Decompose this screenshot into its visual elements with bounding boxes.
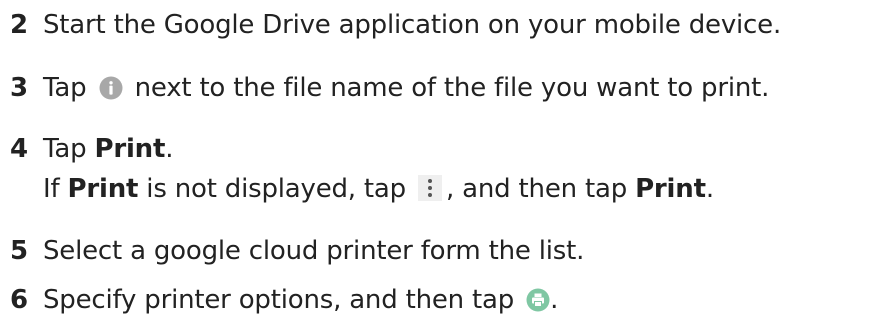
step-number: 5 (10, 236, 28, 266)
step-3: 3 Tap next to the file name of the file y… (10, 71, 769, 105)
step-text-after-icon: next to the file name of the file you wa… (134, 73, 770, 103)
step-number: 2 (10, 10, 28, 40)
note-print-label-2: Print (635, 174, 706, 204)
step-5: 5 Select a google cloud printer form the … (10, 234, 584, 268)
step-4: 4 Tap Print. (10, 132, 173, 166)
step-4-note: If Print is not displayed, tap , and the… (43, 172, 714, 206)
step-text-prefix: Tap (43, 134, 95, 164)
print-label: Print (94, 134, 166, 164)
step-text-before-icon: Specify printer options, and then tap (43, 285, 515, 315)
step-number: 4 (10, 134, 28, 164)
more-vert-icon (418, 175, 443, 201)
note-print-label-1: Print (67, 174, 139, 204)
step-text-before-icon: Tap (43, 73, 87, 103)
note-text-2: is not displayed, tap (138, 174, 406, 204)
step-6: 6 Specify printer options, and then tap . (10, 283, 558, 317)
note-text-4: . (705, 174, 714, 204)
step-number: 6 (10, 285, 28, 315)
info-icon (99, 76, 123, 100)
step-number: 3 (10, 73, 28, 103)
step-2: 2 Start the Google Drive application on y… (10, 8, 781, 42)
step-text-suffix: . (165, 134, 174, 164)
note-text-3: , and then tap (446, 174, 636, 204)
print-icon (526, 288, 550, 312)
step-text-after-icon: . (550, 285, 559, 315)
step-text: Select a google cloud printer form the l… (43, 236, 585, 266)
step-text: Start the Google Drive application on yo… (43, 10, 782, 40)
note-text-1: If (43, 174, 68, 204)
